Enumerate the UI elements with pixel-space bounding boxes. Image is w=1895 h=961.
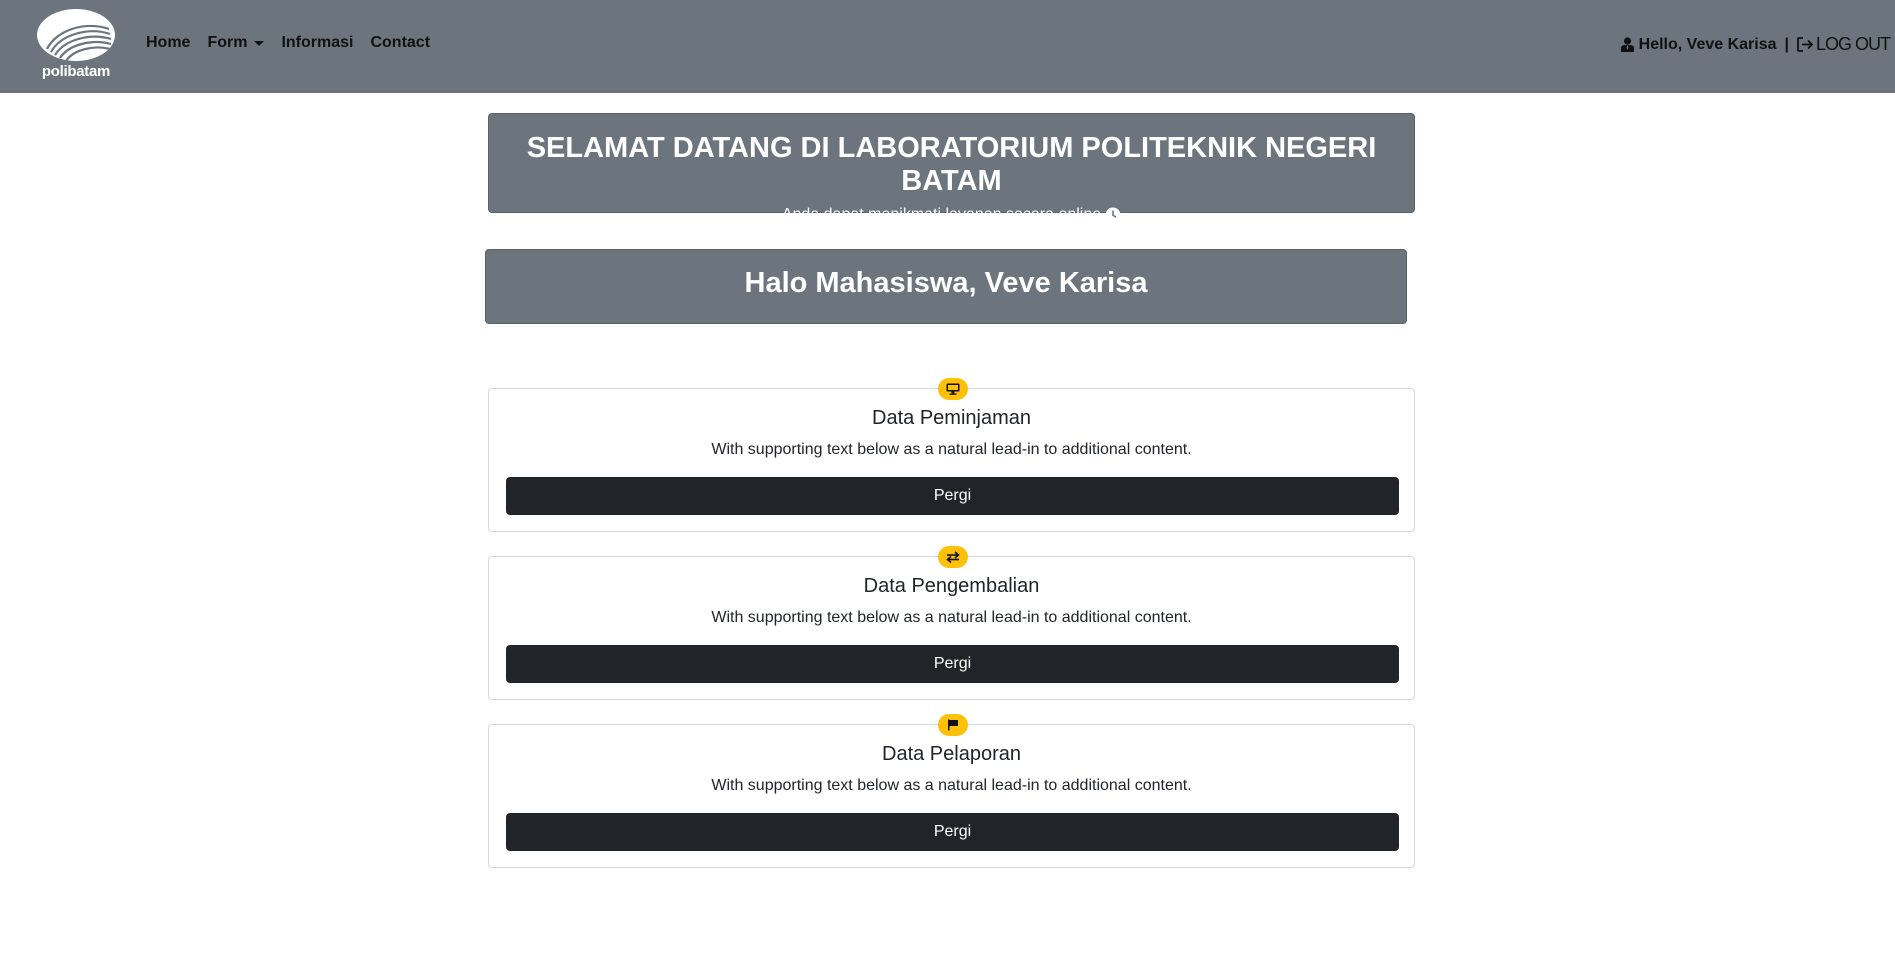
nav-home-label: Home	[146, 34, 191, 51]
student-greeting-panel: Halo Mahasiswa, Veve Karisa	[485, 249, 1407, 324]
user-area: Hello, Veve Karisa | LOG OUT	[1620, 34, 1891, 55]
card-pelaporan: Data Pelaporan With supporting text belo…	[488, 714, 1415, 868]
card-title: Data Pelaporan	[882, 743, 1021, 765]
card-title: Data Pengembalian	[863, 575, 1040, 597]
user-greeting: Hello, Veve Karisa	[1638, 35, 1777, 53]
nav-contact-label: Contact	[370, 34, 431, 51]
welcome-banner: SELAMAT DATANG DI LABORATORIUM POLITEKNI…	[488, 113, 1415, 223]
card-text: With supporting text below as a natural …	[711, 609, 1192, 626]
card-badge	[938, 714, 968, 736]
card-text: With supporting text below as a natural …	[711, 441, 1192, 458]
top-navbar: polibatam Home Form Informasi Contact He…	[0, 0, 1895, 93]
card-badge	[938, 546, 968, 568]
nav-form-label: Form	[207, 34, 248, 51]
card-peminjaman: Data Peminjaman With supporting text bel…	[488, 378, 1415, 532]
card-pengembalian: Data Pengembalian With supporting text b…	[488, 546, 1415, 700]
student-greeting: Halo Mahasiswa, Veve Karisa	[744, 267, 1148, 299]
nav-home[interactable]: Home	[146, 34, 190, 52]
welcome-subtitle: Anda dapat menikmati layanan secara onli…	[781, 206, 1102, 223]
user-tie-icon	[1620, 37, 1634, 52]
card-badge	[938, 378, 968, 400]
flag-icon	[948, 719, 958, 731]
pergi-button[interactable]: Pergi	[506, 645, 1399, 683]
logout-label: LOG OUT	[1815, 34, 1891, 54]
polibatam-logo-icon	[37, 9, 115, 61]
nav-separator: |	[1784, 35, 1789, 53]
pergi-button[interactable]: Pergi	[506, 477, 1399, 515]
brand-name: polibatam	[41, 63, 111, 80]
nav-contact[interactable]: Contact	[370, 34, 430, 52]
nav-informasi[interactable]: Informasi	[281, 34, 353, 52]
clock-icon	[1105, 207, 1121, 223]
logout-button[interactable]: LOG OUT	[1797, 34, 1891, 55]
card-title: Data Peminjaman	[872, 407, 1031, 429]
welcome-subtitle-row: Anda dapat menikmati layanan secara onli…	[489, 206, 1414, 224]
nav-form-dropdown[interactable]: Form	[207, 34, 265, 52]
computer-icon	[946, 383, 960, 395]
card-text: With supporting text below as a natural …	[711, 777, 1192, 794]
nav-informasi-label: Informasi	[281, 34, 354, 51]
arrows-exchange-icon	[946, 551, 960, 563]
caret-down-icon	[254, 41, 265, 46]
nav-links: Home Form Informasi Contact	[146, 34, 447, 52]
brand-logo[interactable]: polibatam	[34, 8, 118, 82]
logout-icon	[1797, 37, 1814, 52]
welcome-title: SELAMAT DATANG DI LABORATORIUM POLITEKNI…	[526, 132, 1377, 197]
pergi-button[interactable]: Pergi	[506, 813, 1399, 851]
